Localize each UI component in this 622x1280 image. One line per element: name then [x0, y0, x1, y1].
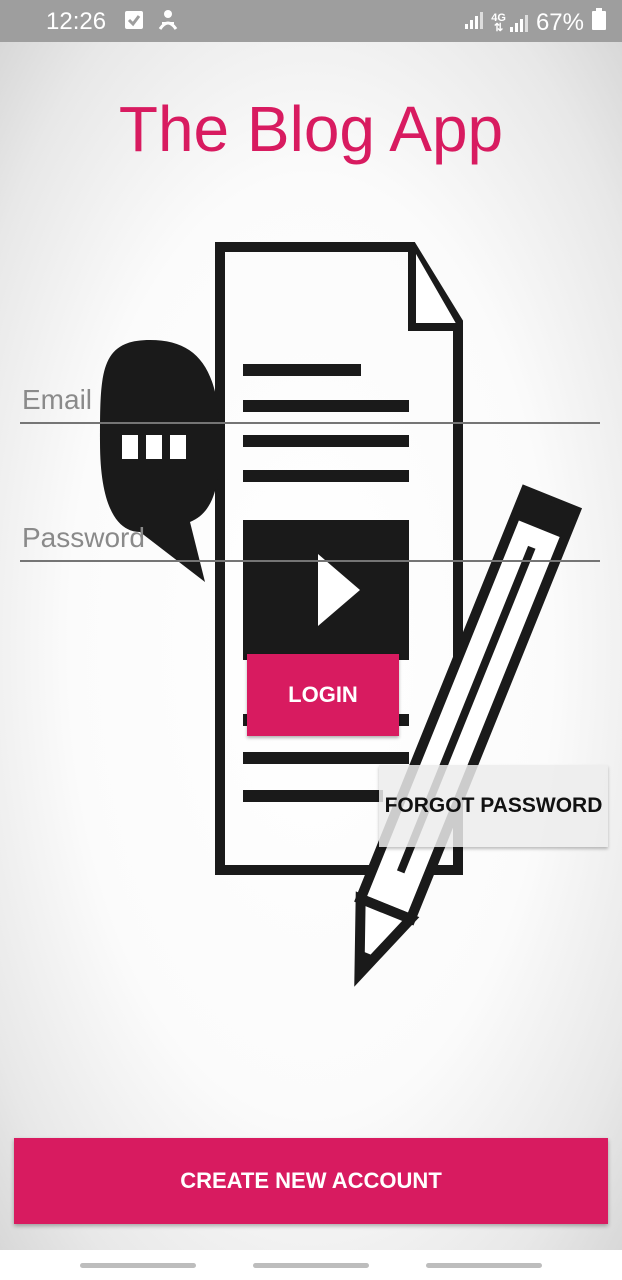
navigation-bar: [0, 1250, 622, 1280]
notification-icons: [124, 9, 178, 38]
app-title: The Blog App: [118, 93, 504, 165]
status-right: 4G ⇅ 67%: [463, 8, 606, 37]
login-button[interactable]: LOGIN: [247, 654, 399, 736]
screen: 12:26 4G ⇅ 67% The Blog App Email LOGIN …: [0, 0, 622, 1280]
battery-percent: 67%: [535, 8, 584, 36]
app-content: The Blog App LOGIN FORGOT PASSWORD CREAT…: [0, 42, 622, 1250]
nav-recents-button[interactable]: [80, 1263, 196, 1268]
status-bar: 12:26 4G ⇅ 67%: [0, 0, 622, 42]
sync-notification-icon: [158, 9, 178, 38]
email-input[interactable]: [20, 384, 602, 422]
nav-home-button[interactable]: [253, 1263, 369, 1268]
forgot-password-button[interactable]: FORGOT PASSWORD: [379, 765, 608, 847]
password-field[interactable]: [20, 522, 602, 562]
checkbox-notification-icon: [124, 9, 144, 38]
email-field[interactable]: [20, 384, 602, 424]
create-account-button[interactable]: CREATE NEW ACCOUNT: [14, 1138, 608, 1224]
status-time: 12:26: [46, 8, 107, 35]
nav-back-button[interactable]: [426, 1263, 542, 1268]
blog-illustration-icon: [100, 242, 583, 987]
signal-4g-icon: 4G ⇅: [491, 11, 528, 34]
battery-icon: [592, 8, 606, 37]
password-input[interactable]: [20, 522, 602, 560]
signal-icon: [463, 9, 484, 37]
network-label: 4G ⇅: [491, 11, 506, 34]
